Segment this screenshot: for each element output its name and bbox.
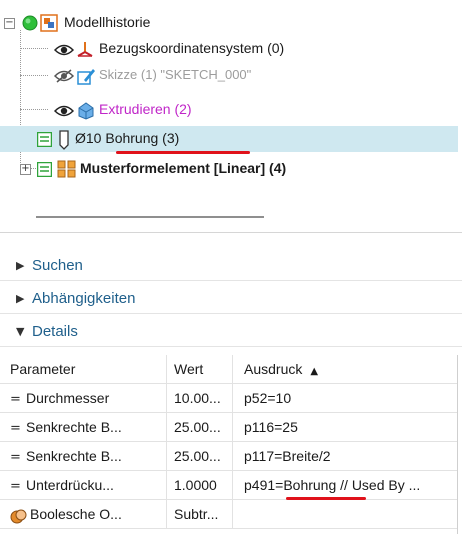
tree-item-label: Skizze (1) "SKETCH_000" [99, 67, 252, 82]
expression-cell: p491=Bohrung // Used By ... [244, 471, 456, 499]
pattern-icon [56, 159, 78, 182]
collapse-icon[interactable]: − [4, 18, 15, 29]
tree-item-bohrung[interactable]: Ø10 Bohrung (3) [0, 126, 458, 152]
column-separator [232, 471, 233, 499]
value-cell: 25.00... [174, 448, 221, 464]
column-separator [232, 500, 233, 528]
panel-border [457, 355, 458, 534]
expression-reference: Bohrung [283, 477, 337, 493]
column-separator [232, 442, 233, 470]
equals-icon: = [10, 479, 21, 494]
value-cell: 25.00... [174, 419, 221, 435]
chevron-right-icon: ▶ [16, 258, 25, 272]
expression-cell [244, 500, 454, 528]
column-separator [166, 471, 167, 499]
parameter-name: Senkrechte B... [26, 419, 122, 435]
hole-icon [58, 130, 70, 153]
datum-csys-icon [76, 40, 94, 61]
table-row[interactable]: = Durchmesser 10.00... p52=10 [0, 384, 458, 413]
table-row[interactable]: Boolesche O... Subtr... [0, 500, 458, 529]
expression-cell: p117=Breite/2 [244, 442, 454, 470]
parameter-name: Durchmesser [26, 390, 110, 406]
column-header-ausdruck[interactable]: Ausdruck ▲ [244, 355, 444, 383]
parameter-cell: = Senkrechte B... [10, 413, 165, 441]
green-status-icon [22, 15, 38, 34]
table-row[interactable]: = Unterdrücku... 1.0000 p491=Bohrung // U… [0, 471, 458, 500]
annotation-underline [116, 151, 250, 154]
section-title: Abhängigkeiten [32, 289, 136, 307]
parameter-name: Boolesche O... [30, 506, 122, 522]
expand-icon[interactable]: + [20, 164, 31, 175]
expression-cell: p116=25 [244, 413, 454, 441]
column-header-parameter[interactable]: Parameter [10, 355, 165, 383]
tree-item-label: Bezugskoordinatensystem (0) [99, 40, 285, 56]
section-title: Suchen [32, 256, 83, 274]
tree-item-label: Extrudieren (2) [99, 101, 192, 117]
equals-icon: = [10, 421, 21, 436]
eye-icon[interactable] [53, 104, 75, 120]
hidden-eye-icon[interactable] [53, 69, 75, 86]
section-suchen[interactable]: ▶ Suchen [0, 250, 462, 281]
column-separator [166, 413, 167, 441]
equals-icon: = [10, 392, 21, 407]
tree-item-extrudieren[interactable]: Extrudieren (2) [0, 97, 458, 123]
tree-item-musterformelement[interactable]: + Musterformelement [Linear] (4) [0, 156, 458, 182]
column-separator[interactable] [166, 355, 167, 383]
column-header-label: Ausdruck [244, 361, 303, 377]
green-check-box-icon[interactable] [36, 131, 53, 150]
section-details[interactable]: ▼ Details [0, 316, 462, 347]
column-separator [166, 384, 167, 412]
divider [0, 232, 462, 233]
parameter-cell: = Durchmesser [10, 384, 165, 412]
parameter-name: Senkrechte B... [26, 448, 122, 464]
sketch-icon [76, 66, 96, 89]
equals-icon: = [10, 450, 21, 465]
expression-comment: // Used By ... [336, 477, 421, 493]
tree-root-modellhistorie[interactable]: − Modellhistorie [0, 10, 458, 36]
eye-icon[interactable] [53, 43, 75, 59]
expression-text: p52=10 [244, 390, 292, 406]
section-title: Details [32, 322, 78, 340]
column-separator[interactable] [232, 355, 233, 383]
tree-item-label: Modellhistorie [64, 14, 151, 30]
tree-item-label: Musterformelement [Linear] (4) [80, 160, 287, 176]
tree-item-label: Ø10 Bohrung (3) [75, 130, 180, 146]
column-header-wert[interactable]: Wert [174, 355, 230, 383]
value-cell: 10.00... [174, 390, 221, 406]
value-cell: Subtr... [174, 506, 219, 522]
boolean-icon [10, 501, 30, 528]
model-history-icon [40, 14, 58, 35]
expression-text: p491= [244, 477, 284, 493]
parameter-cell: = Senkrechte B... [10, 442, 165, 470]
chevron-down-icon: ▼ [16, 324, 25, 338]
table-row[interactable]: = Senkrechte B... 25.00... p117=Breite/2 [0, 442, 458, 471]
table-header-row: Parameter Wert Ausdruck ▲ [0, 355, 458, 384]
expression-text: p117=Breite/2 [244, 448, 331, 464]
column-separator [166, 500, 167, 528]
table-row[interactable]: = Senkrechte B... 25.00... p116=25 [0, 413, 458, 442]
expression-text: p116=25 [244, 419, 298, 435]
expression-cell: p52=10 [244, 384, 454, 412]
chevron-right-icon: ▶ [16, 291, 25, 305]
model-history-tree: − Modellhistorie Bezugskoordinatensystem… [0, 0, 462, 232]
value-cell: 1.0000 [174, 477, 217, 493]
parameter-cell: = Unterdrücku... [10, 471, 165, 499]
tree-item-skizze[interactable]: Skizze (1) "SKETCH_000" [0, 63, 458, 89]
parameter-name: Unterdrücku... [26, 477, 114, 493]
parameter-cell: Boolesche O... [10, 500, 165, 528]
section-abhaengigkeiten[interactable]: ▶ Abhängigkeiten [0, 283, 462, 314]
green-check-box-icon[interactable] [36, 161, 53, 180]
column-separator [232, 413, 233, 441]
column-separator [232, 384, 233, 412]
sort-ascending-icon: ▲ [310, 366, 319, 377]
horizontal-scrollbar[interactable] [36, 216, 264, 218]
extrude-icon [76, 100, 96, 123]
tree-item-bezugskoordinatensystem[interactable]: Bezugskoordinatensystem (0) [0, 36, 458, 62]
column-separator [166, 442, 167, 470]
